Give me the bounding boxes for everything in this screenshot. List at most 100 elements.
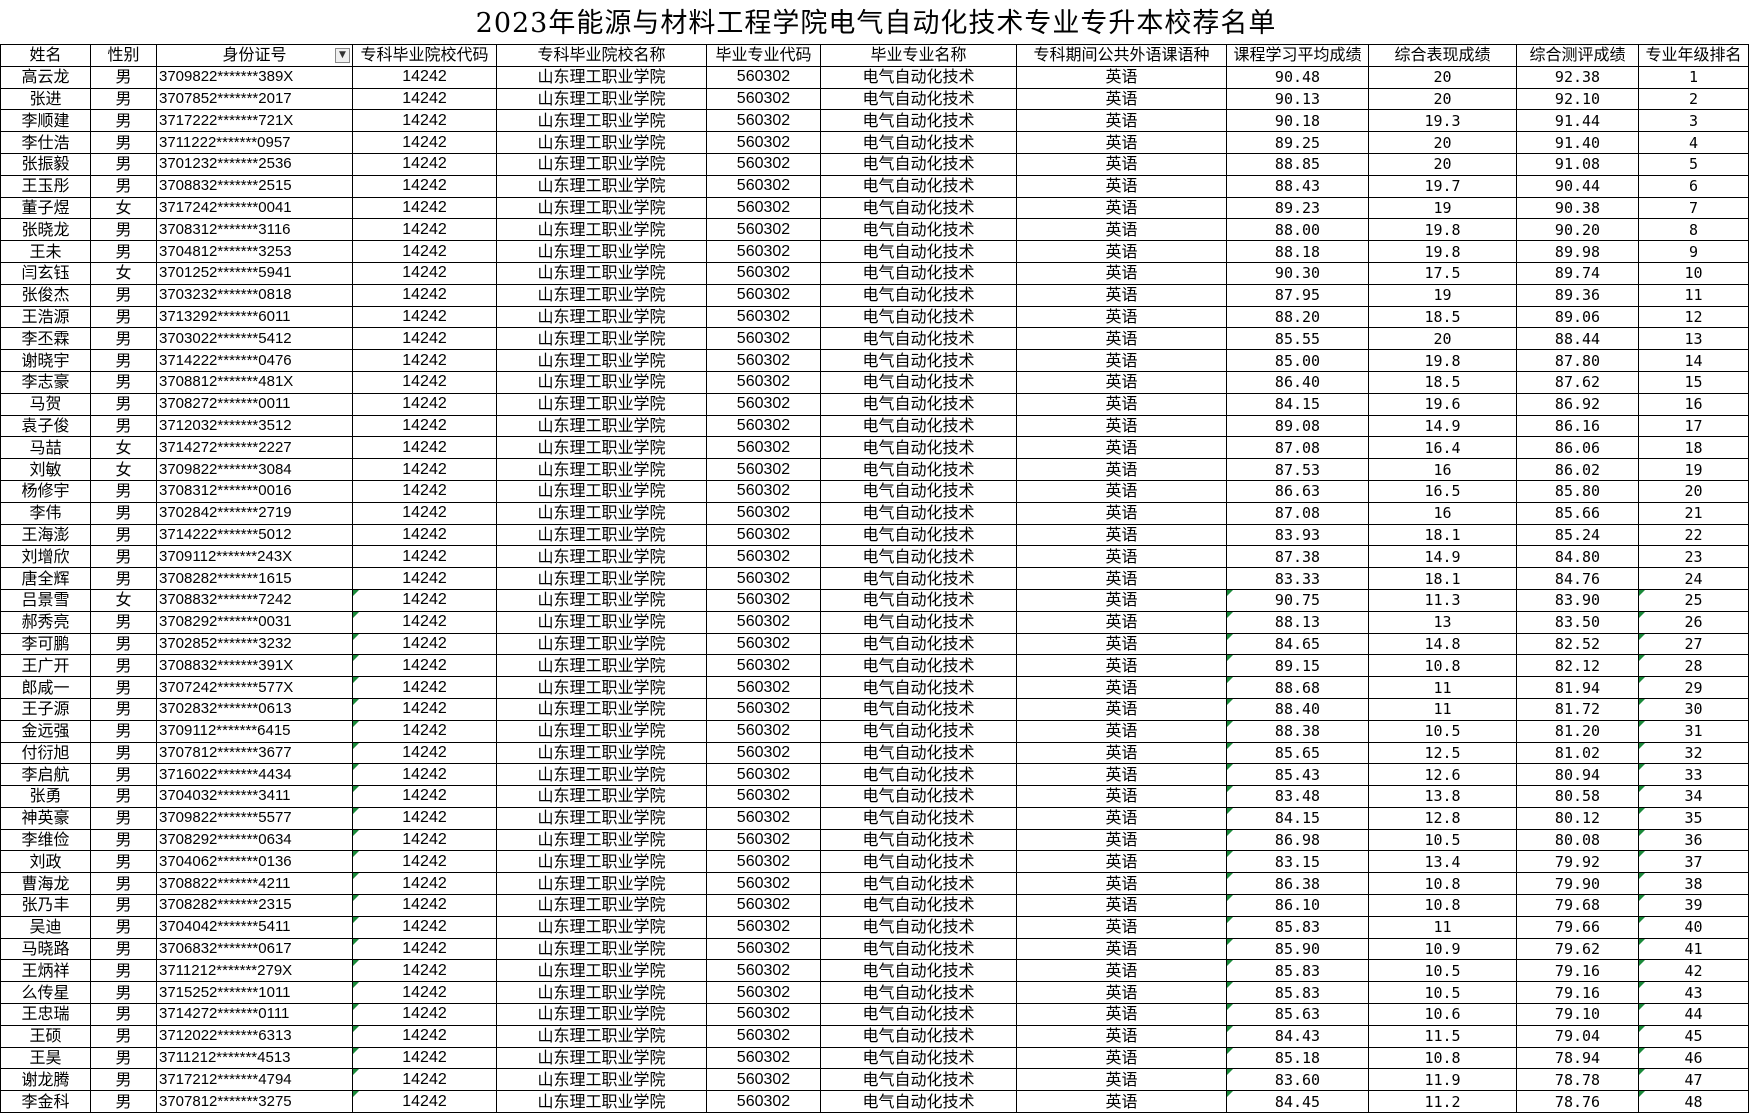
table-cell[interactable]: 男 — [90, 65, 157, 89]
table-cell[interactable]: 91.40 — [1516, 131, 1639, 154]
table-cell[interactable]: 86.63 — [1226, 479, 1369, 503]
table-cell[interactable]: 3703232*******0818 — [156, 283, 353, 307]
table-cell[interactable]: 85.83 — [1226, 981, 1369, 1005]
table-cell[interactable]: 85.80 — [1516, 479, 1639, 503]
table-cell[interactable]: 19 — [1368, 196, 1517, 220]
table-cell[interactable]: 山东理工职业学院 — [496, 501, 707, 525]
table-cell[interactable]: 18.5 — [1368, 305, 1517, 329]
table-cell[interactable]: 14242 — [352, 196, 497, 220]
table-cell[interactable]: 3703022*******5412 — [156, 327, 353, 351]
table-cell[interactable]: 89.74 — [1516, 261, 1639, 285]
table-cell[interactable]: 14242 — [352, 414, 497, 438]
table-cell[interactable]: 560302 — [706, 719, 821, 743]
table-cell[interactable]: 16 — [1368, 458, 1517, 481]
table-cell[interactable]: 闫玄钰 — [0, 261, 91, 285]
table-cell[interactable]: 电气自动化技术 — [820, 610, 1017, 634]
table-cell[interactable]: 84.65 — [1226, 632, 1369, 656]
table-cell[interactable]: 李维俭 — [0, 828, 91, 852]
table-cell[interactable]: 电气自动化技术 — [820, 196, 1017, 220]
table-cell[interactable]: 英语 — [1016, 654, 1227, 678]
table-cell[interactable]: 张俊杰 — [0, 283, 91, 307]
table-cell[interactable]: 80.12 — [1516, 806, 1639, 830]
table-cell[interactable]: 560302 — [706, 458, 821, 481]
table-cell[interactable]: 40 — [1638, 915, 1749, 939]
table-cell[interactable]: 李丕霖 — [0, 327, 91, 351]
table-cell[interactable]: 英语 — [1016, 937, 1227, 961]
table-cell[interactable]: 3708832*******7242 — [156, 588, 353, 612]
table-cell[interactable]: 电气自动化技术 — [820, 479, 1017, 503]
table-cell[interactable]: 560302 — [706, 1090, 821, 1113]
table-cell[interactable]: 34 — [1638, 785, 1749, 808]
table-cell[interactable]: 英语 — [1016, 174, 1227, 198]
table-cell[interactable]: 560302 — [706, 436, 821, 460]
table-cell[interactable]: 张振毅 — [0, 152, 91, 176]
table-cell[interactable]: 86.92 — [1516, 392, 1639, 416]
table-cell[interactable]: 男 — [90, 305, 157, 329]
table-cell[interactable]: 14242 — [352, 152, 497, 176]
table-cell[interactable]: 电气自动化技术 — [820, 676, 1017, 699]
table-cell[interactable]: 电气自动化技术 — [820, 806, 1017, 830]
table-cell[interactable]: 30 — [1638, 697, 1749, 721]
table-cell[interactable]: 电气自动化技术 — [820, 567, 1017, 590]
table-cell[interactable]: 英语 — [1016, 283, 1227, 307]
table-cell[interactable]: 男 — [90, 741, 157, 765]
table-cell[interactable]: 85.00 — [1226, 349, 1369, 372]
table-cell[interactable]: 郝秀亮 — [0, 610, 91, 634]
table-cell[interactable]: 560302 — [706, 894, 821, 917]
table-cell[interactable]: 85.43 — [1226, 763, 1369, 787]
table-cell[interactable]: 85.83 — [1226, 959, 1369, 983]
table-cell[interactable]: 20 — [1638, 479, 1749, 503]
table-cell[interactable]: 92.10 — [1516, 87, 1639, 111]
table-cell[interactable]: 11 — [1638, 283, 1749, 307]
table-cell[interactable]: 6 — [1638, 174, 1749, 198]
table-cell[interactable]: 3708312*******3116 — [156, 218, 353, 242]
table-cell[interactable]: 28 — [1638, 654, 1749, 678]
table-cell[interactable]: 英语 — [1016, 414, 1227, 438]
table-cell[interactable]: 英语 — [1016, 676, 1227, 699]
table-cell[interactable]: 英语 — [1016, 109, 1227, 133]
table-cell[interactable]: 刘增欣 — [0, 545, 91, 569]
table-cell[interactable]: 9 — [1638, 240, 1749, 263]
table-cell[interactable]: 英语 — [1016, 65, 1227, 89]
table-cell[interactable]: 560302 — [706, 1003, 821, 1026]
table-cell[interactable]: 18.1 — [1368, 567, 1517, 590]
table-cell[interactable]: 88.18 — [1226, 240, 1369, 263]
table-cell[interactable]: 91.08 — [1516, 152, 1639, 176]
table-cell[interactable]: 山东理工职业学院 — [496, 654, 707, 678]
table-cell[interactable]: 27 — [1638, 632, 1749, 656]
table-cell[interactable]: 电气自动化技术 — [820, 436, 1017, 460]
table-cell[interactable]: 14242 — [352, 436, 497, 460]
table-cell[interactable]: 79.92 — [1516, 850, 1639, 874]
table-cell[interactable]: 电气自动化技术 — [820, 131, 1017, 154]
table-cell[interactable]: 5 — [1638, 152, 1749, 176]
table-cell[interactable]: 英语 — [1016, 785, 1227, 808]
table-cell[interactable]: 英语 — [1016, 741, 1227, 765]
table-cell[interactable]: 79.68 — [1516, 894, 1639, 917]
table-cell[interactable]: 英语 — [1016, 392, 1227, 416]
table-cell[interactable]: 男 — [90, 283, 157, 307]
table-cell[interactable]: 20 — [1368, 131, 1517, 154]
table-cell[interactable]: 10.8 — [1368, 894, 1517, 917]
table-cell[interactable]: 3704042*******5411 — [156, 915, 353, 939]
table-cell[interactable]: 英语 — [1016, 1046, 1227, 1070]
table-cell[interactable]: 560302 — [706, 937, 821, 961]
table-cell[interactable]: 14242 — [352, 109, 497, 133]
table-cell[interactable]: 10.9 — [1368, 937, 1517, 961]
table-cell[interactable]: 14242 — [352, 392, 497, 416]
table-cell[interactable]: 男 — [90, 1024, 157, 1048]
table-cell[interactable]: 山东理工职业学院 — [496, 959, 707, 983]
table-cell[interactable]: 88.43 — [1226, 174, 1369, 198]
table-cell[interactable]: 13 — [1368, 610, 1517, 634]
table-cell[interactable]: 87.53 — [1226, 458, 1369, 481]
table-cell[interactable]: 电气自动化技术 — [820, 109, 1017, 133]
table-cell[interactable]: 14242 — [352, 240, 497, 263]
table-cell[interactable]: 88.68 — [1226, 676, 1369, 699]
table-cell[interactable]: 英语 — [1016, 240, 1227, 263]
table-cell[interactable]: 3708272*******0011 — [156, 392, 353, 416]
table-cell[interactable]: 电气自动化技术 — [820, 828, 1017, 852]
table-cell[interactable]: 董子煜 — [0, 196, 91, 220]
table-cell[interactable]: 85.90 — [1226, 937, 1369, 961]
table-cell[interactable]: 83.60 — [1226, 1068, 1369, 1092]
table-cell[interactable]: 刘敏 — [0, 458, 91, 481]
table-cell[interactable]: 83.33 — [1226, 567, 1369, 590]
